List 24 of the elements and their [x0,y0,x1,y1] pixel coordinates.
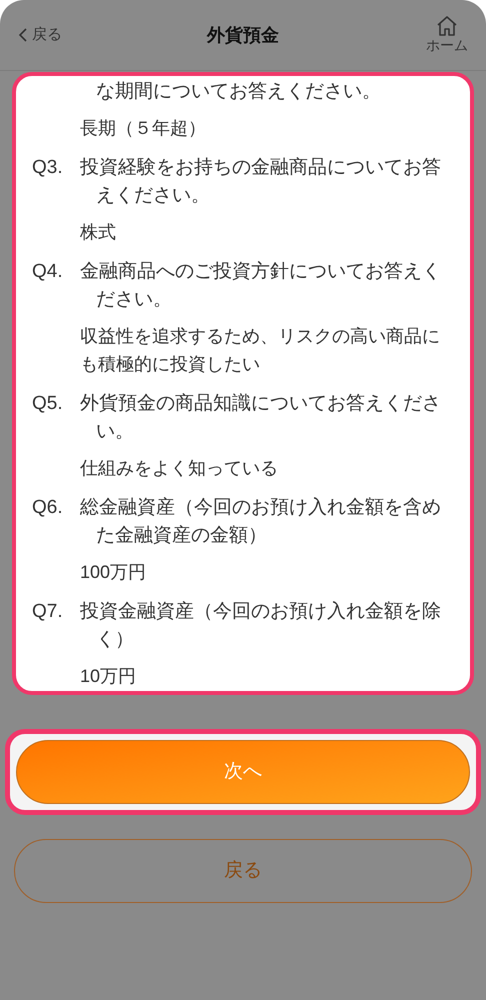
back-button[interactable]: 戻る [14,839,472,903]
home-button[interactable]: ホーム [378,15,468,55]
answer-text: 株式 [79,221,117,244]
answer-text: 仕組みをよく知っている [79,457,279,480]
question-text: 金融商品へのご投資方針についてお答えください。 [80,260,442,312]
screen-title: 外貨預金 [207,24,279,44]
question-number: Q3. [32,156,64,180]
chevron-left-icon [18,28,28,42]
question-text: 外貨預金の商品知識についてお答えください。 [80,392,442,444]
answer-text: 100万円 [79,561,148,584]
answer-text: 10万円 [79,665,138,688]
question-number: Q5. [32,392,64,416]
question-number: Q4. [32,260,64,284]
next-button[interactable]: 次へ [16,740,470,804]
question-text: 総金融資産（今回のお預け入れ金額を含めた金融資産の金額） [80,496,442,548]
answer-text: 長期（５年超） [79,117,207,140]
question-number: Q6. [32,496,64,520]
answer-text: 収益性を追求するため、リスクの高い商品にも積極的に投資したい [79,325,441,376]
home-icon [435,15,459,38]
back-link[interactable]: 戻る [18,24,108,46]
question-text: 投資金融資産（今回のお預け入れ金額を除く） [80,600,442,652]
question-text: な期間についてお答えください。 [95,80,381,104]
question-number: Q7. [32,600,64,624]
question-text: 投資経験をお持ちの金融商品についてお答えください。 [80,156,442,208]
